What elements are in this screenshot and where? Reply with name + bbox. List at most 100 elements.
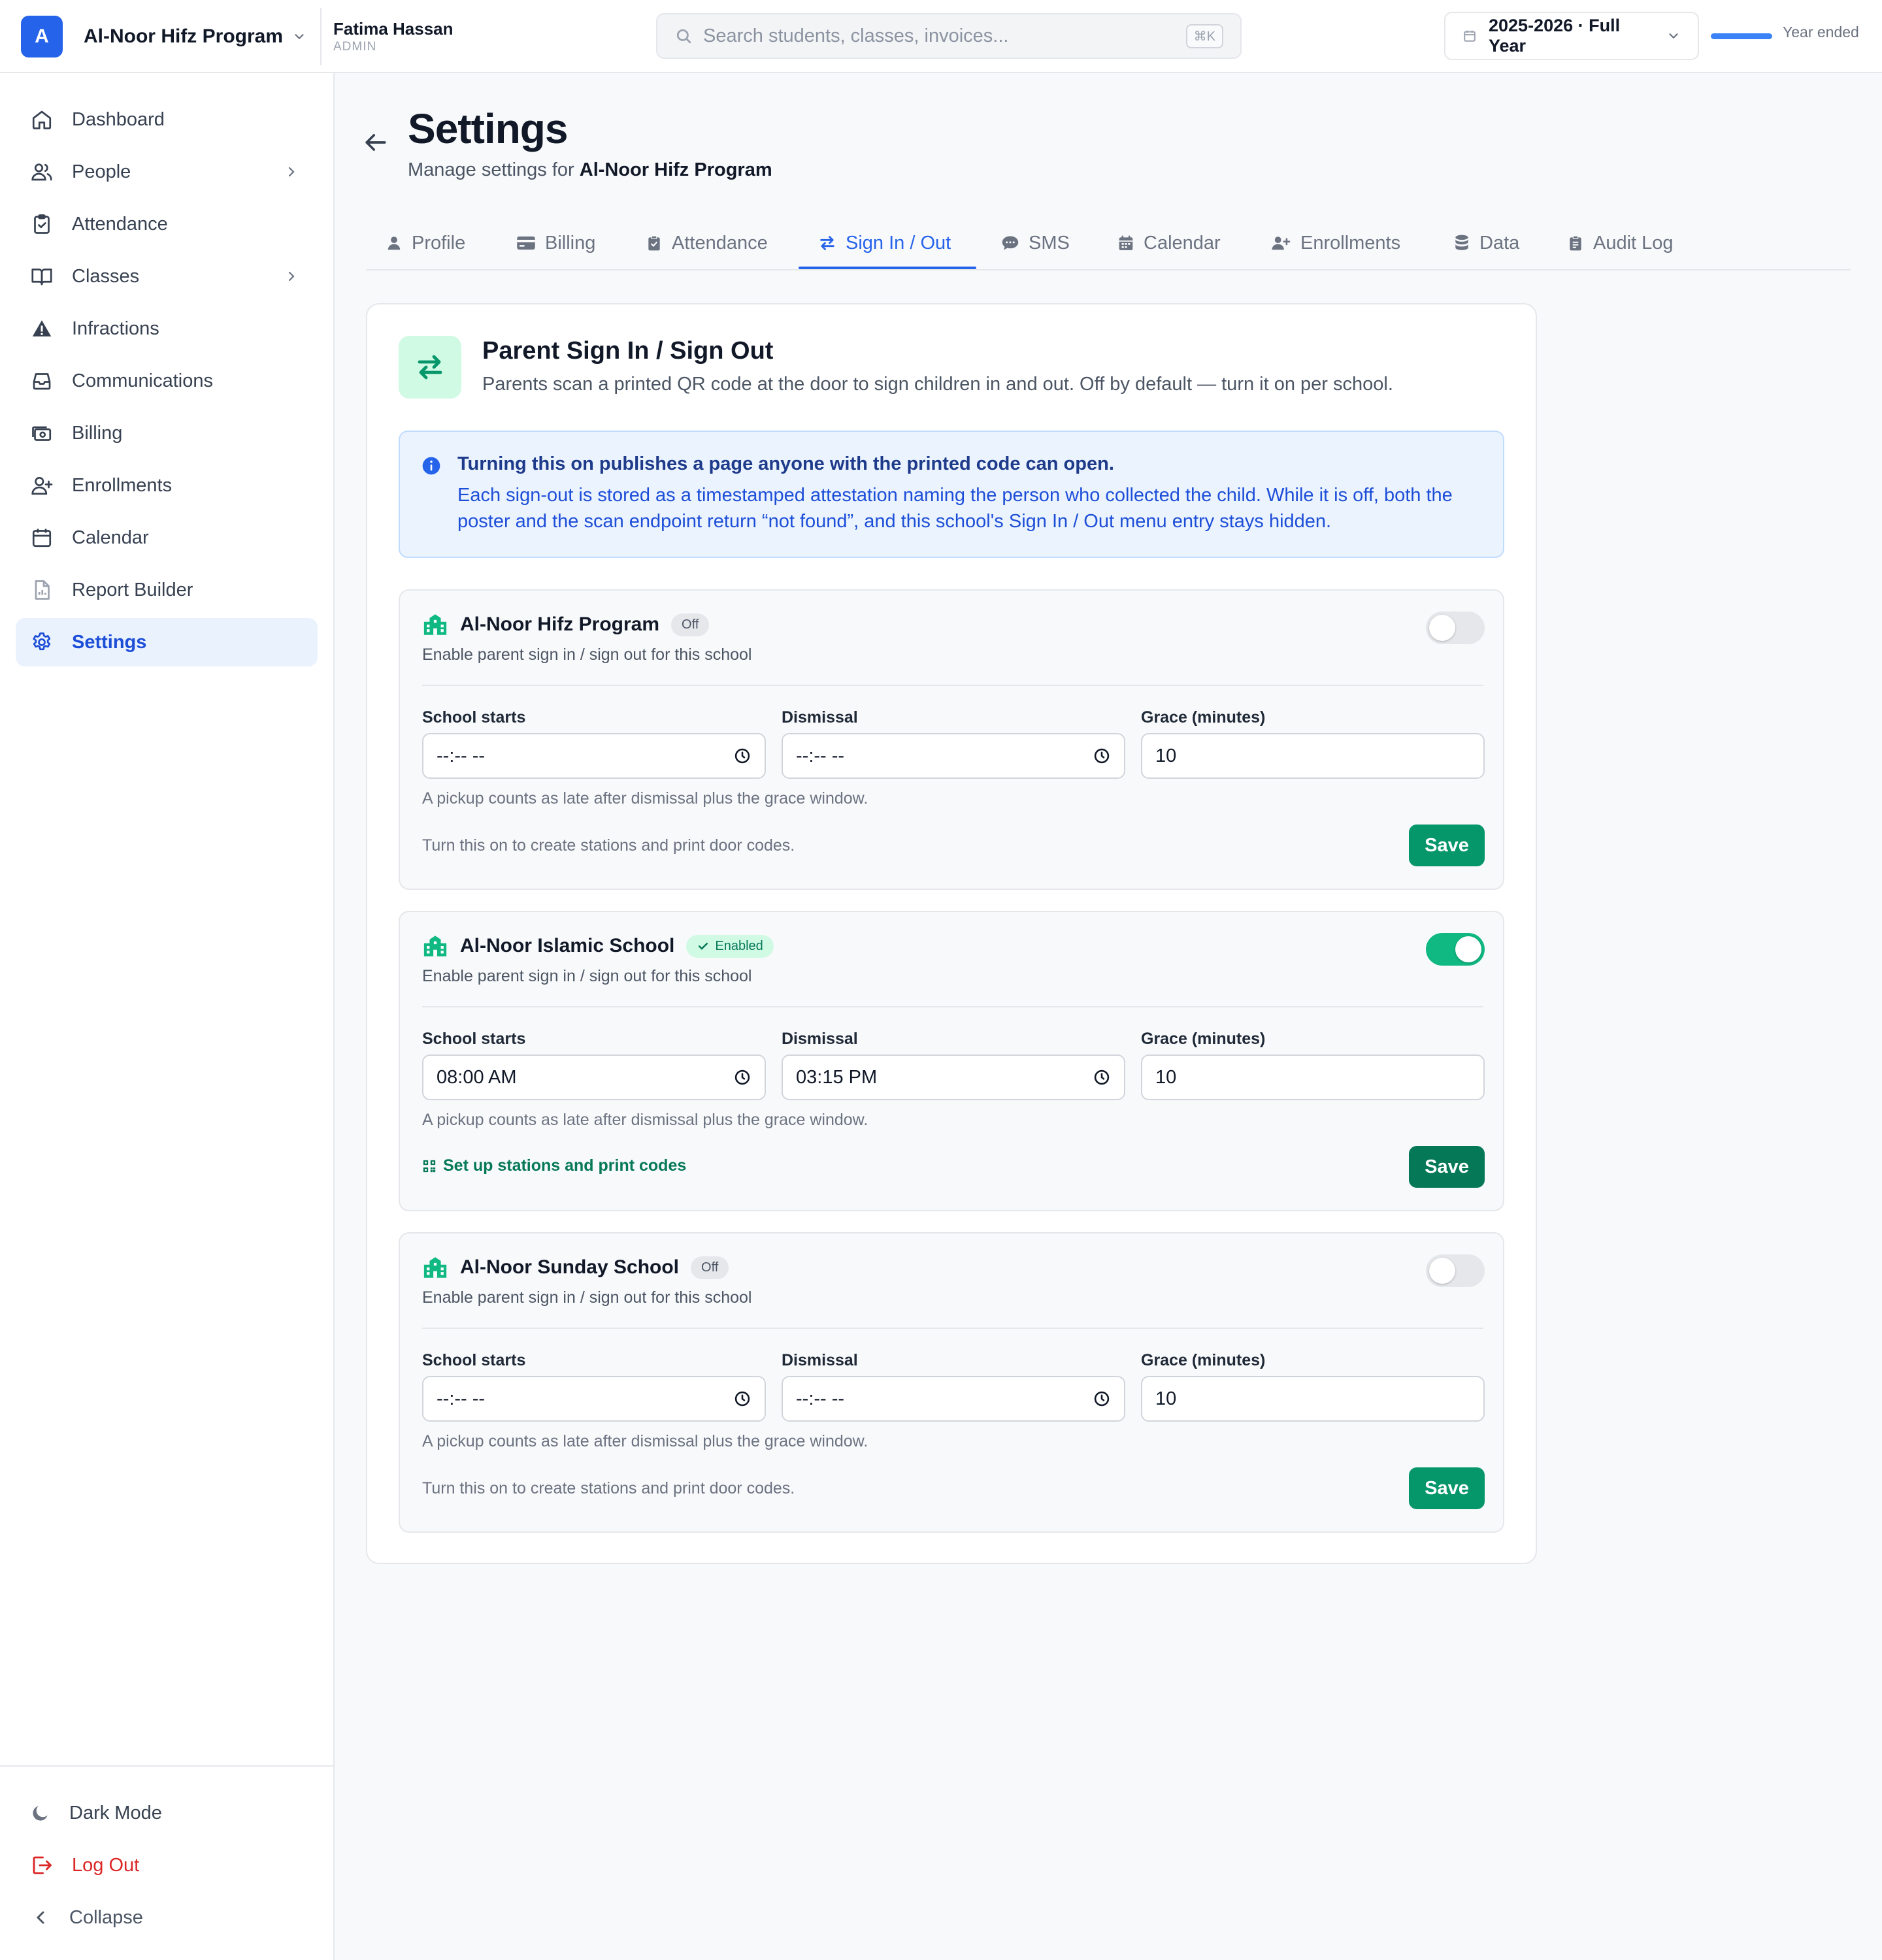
- enable-description: Enable parent sign in / sign out for thi…: [422, 1288, 752, 1307]
- clock-icon[interactable]: [1093, 1390, 1111, 1408]
- tab-attendance[interactable]: Attendance: [646, 216, 768, 270]
- chevron-right-icon: [284, 164, 299, 180]
- sidebar-item-communications[interactable]: Communications: [16, 357, 318, 405]
- toggle-knob: [1429, 615, 1455, 641]
- sidebar-item-classes[interactable]: Classes: [16, 252, 318, 301]
- school-starts-input[interactable]: --:-- --: [422, 733, 766, 779]
- stations-disabled-note: Turn this on to create stations and prin…: [422, 1479, 795, 1497]
- tab-profile[interactable]: Profile: [386, 216, 465, 270]
- search-input[interactable]: Search students, classes, invoices...: [703, 25, 1186, 47]
- sidebar-item-settings[interactable]: Settings: [16, 618, 318, 666]
- sidebar-item-people[interactable]: People: [16, 148, 318, 196]
- school-building-icon: [422, 613, 448, 636]
- calendar-icon: [30, 526, 54, 549]
- book-open-icon: [30, 265, 54, 288]
- sidebar-item-label: Attendance: [72, 213, 168, 235]
- clock-icon[interactable]: [733, 1068, 751, 1086]
- school-panel: Al-Noor Sunday School Off Enable parent …: [399, 1232, 1504, 1533]
- tab-data[interactable]: Data: [1453, 216, 1519, 270]
- setup-stations-label: Set up stations and print codes: [443, 1156, 687, 1175]
- enable-toggle[interactable]: [1426, 933, 1485, 966]
- grace-input[interactable]: 10: [1141, 1376, 1485, 1422]
- search-shortcut: ⌘K: [1185, 24, 1223, 48]
- sidebar-item-calendar[interactable]: Calendar: [16, 514, 318, 562]
- clock-icon[interactable]: [1093, 747, 1111, 765]
- sidebar-item-label: People: [72, 161, 131, 182]
- users-icon: [30, 160, 54, 184]
- page-subtitle-org: Al-Noor Hifz Program: [579, 159, 772, 180]
- tab-billing[interactable]: Billing: [516, 216, 595, 270]
- sidebar-item-attendance[interactable]: Attendance: [16, 200, 318, 248]
- logout-button[interactable]: Log Out: [16, 1841, 318, 1889]
- tab-sms[interactable]: SMS: [1001, 216, 1070, 270]
- tab-calendar[interactable]: Calendar: [1117, 216, 1221, 270]
- sidebar-item-infractions[interactable]: Infractions: [16, 304, 318, 353]
- calendar-icon: [1462, 29, 1477, 43]
- setup-stations-link[interactable]: Set up stations and print codes: [422, 1156, 686, 1175]
- org-avatar[interactable]: A: [21, 16, 63, 57]
- collapse-sidebar-button[interactable]: Collapse: [16, 1893, 318, 1942]
- sidebar-item-billing[interactable]: Billing: [16, 409, 318, 457]
- toggle-knob: [1429, 1258, 1455, 1284]
- stations-disabled-note: Turn this on to create stations and prin…: [422, 836, 795, 855]
- org-switcher[interactable]: Al-Noor Hifz Program: [84, 20, 306, 54]
- enable-description: Enable parent sign in / sign out for thi…: [422, 645, 752, 664]
- late-pickup-hint: A pickup counts as late after dismissal …: [422, 789, 868, 808]
- page-title: Settings: [408, 105, 568, 152]
- tab-label: Sign In / Out: [846, 232, 951, 253]
- tab-label: Data: [1479, 232, 1520, 253]
- dismissal-input[interactable]: --:-- --: [782, 733, 1125, 779]
- tab-sign-in-out[interactable]: Sign In / Out: [818, 216, 951, 270]
- school-name: Al-Noor Islamic School: [460, 935, 675, 956]
- school-header: Al-Noor Islamic School Enabled: [422, 934, 774, 958]
- save-button[interactable]: Save: [1409, 825, 1485, 866]
- dark-mode-toggle[interactable]: Dark Mode: [16, 1789, 318, 1837]
- back-button[interactable]: [361, 128, 392, 159]
- credit-card-icon: [516, 235, 536, 252]
- clock-icon[interactable]: [1093, 1068, 1111, 1086]
- school-year-select[interactable]: 2025-2026 · Full Year: [1444, 12, 1699, 60]
- sidebar-item-enrollments[interactable]: Enrollments: [16, 461, 318, 510]
- dismissal-value: --:-- --: [796, 1388, 845, 1409]
- search-box[interactable]: Search students, classes, invoices... ⌘K: [656, 13, 1242, 59]
- info-callout-title: Turning this on publishes a page anyone …: [457, 453, 1114, 474]
- tab-enrollments[interactable]: Enrollments: [1270, 216, 1400, 270]
- clock-icon[interactable]: [733, 747, 751, 765]
- dismissal-input[interactable]: 03:15 PM: [782, 1054, 1125, 1100]
- school-starts-value: --:-- --: [437, 1388, 486, 1409]
- dark-mode-label: Dark Mode: [69, 1802, 162, 1823]
- enable-toggle[interactable]: [1426, 1254, 1485, 1287]
- settings-tabs: Profile Billing Attendance Sign In / Out…: [366, 216, 1851, 270]
- late-pickup-hint: A pickup counts as late after dismissal …: [422, 1111, 868, 1129]
- school-starts-input[interactable]: 08:00 AM: [422, 1054, 766, 1100]
- save-button[interactable]: Save: [1409, 1146, 1485, 1188]
- cash-icon: [30, 421, 54, 445]
- school-starts-value: --:-- --: [437, 745, 486, 766]
- save-button[interactable]: Save: [1409, 1467, 1485, 1509]
- enable-toggle[interactable]: [1426, 612, 1485, 644]
- grace-input[interactable]: 10: [1141, 733, 1485, 779]
- divider: [422, 685, 1483, 686]
- page-subtitle: Manage settings for Al-Noor Hifz Program: [408, 159, 772, 181]
- sidebar-item-report-builder[interactable]: Report Builder: [16, 566, 318, 614]
- dismissal-input[interactable]: --:-- --: [782, 1376, 1125, 1422]
- calendar-icon: [1117, 235, 1134, 252]
- logout-label: Log Out: [72, 1854, 140, 1876]
- tab-audit-log[interactable]: Audit Log: [1567, 216, 1674, 270]
- school-starts-input[interactable]: --:-- --: [422, 1376, 766, 1422]
- moon-icon: [30, 1803, 51, 1823]
- dismissal-label: Dismissal: [782, 1351, 858, 1369]
- sidebar-item-dashboard[interactable]: Dashboard: [16, 95, 318, 144]
- tab-label: Calendar: [1144, 232, 1221, 253]
- info-icon: [421, 455, 442, 476]
- dismissal-label: Dismissal: [782, 1030, 858, 1048]
- status-badge: Enabled: [686, 934, 774, 958]
- tab-label: Billing: [545, 232, 596, 253]
- school-name: Al-Noor Hifz Program: [460, 613, 660, 635]
- current-user[interactable]: Fatima Hassan ADMIN: [320, 8, 454, 65]
- grace-input[interactable]: 10: [1141, 1054, 1485, 1100]
- clock-icon[interactable]: [733, 1390, 751, 1408]
- sidebar-item-label: Dashboard: [72, 108, 165, 130]
- database-icon: [1453, 234, 1470, 252]
- tab-label: Attendance: [672, 232, 768, 253]
